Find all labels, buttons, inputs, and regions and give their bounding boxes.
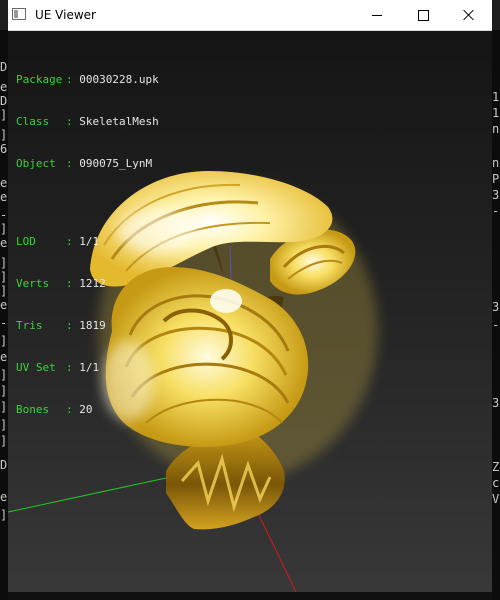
info-row-package: Package: 00030228.upk bbox=[16, 73, 159, 86]
info-value: 1819 bbox=[79, 319, 106, 332]
axis-y-line bbox=[8, 474, 181, 513]
info-value: 20 bbox=[79, 403, 93, 416]
console-char: - bbox=[0, 208, 8, 222]
console-char: - bbox=[492, 204, 500, 218]
close-icon bbox=[463, 9, 475, 21]
console-char: 3 bbox=[492, 188, 500, 202]
console-char: ] bbox=[0, 434, 8, 448]
console-char: n bbox=[492, 156, 500, 170]
maximize-icon bbox=[417, 9, 429, 21]
minimize-icon bbox=[372, 14, 382, 16]
console-char: 1 bbox=[492, 106, 500, 120]
minimize-button[interactable] bbox=[354, 0, 400, 30]
3d-viewport[interactable]: Package: 00030228.upk Class: SkeletalMes… bbox=[8, 31, 492, 592]
console-char: e bbox=[0, 298, 8, 312]
app-window-icon[interactable] bbox=[12, 8, 26, 20]
console-char: D bbox=[0, 60, 8, 74]
console-char: D bbox=[0, 458, 8, 472]
console-char: ] bbox=[0, 222, 8, 236]
info-value: SkeletalMesh bbox=[79, 115, 159, 128]
info-row-bones: Bones: 20 bbox=[16, 403, 93, 416]
console-char: ] bbox=[0, 108, 8, 122]
info-label: Package bbox=[16, 73, 63, 86]
console-char: 6 bbox=[0, 142, 8, 156]
console-char: ] bbox=[0, 284, 8, 298]
console-char: ] bbox=[0, 400, 8, 414]
info-value: 1212 bbox=[79, 277, 106, 290]
console-char: e bbox=[0, 176, 8, 190]
info-value: 1/1 bbox=[79, 361, 100, 374]
console-char: ] bbox=[0, 334, 8, 348]
console-char: 3 bbox=[492, 300, 500, 314]
info-value: 090075_LynM bbox=[79, 157, 153, 170]
console-char: 3 bbox=[492, 396, 500, 410]
info-label: Bones bbox=[16, 403, 50, 416]
info-label: Object bbox=[16, 157, 56, 170]
console-char: ] bbox=[0, 128, 8, 142]
console-char: ] bbox=[0, 384, 8, 398]
info-label: Verts bbox=[16, 277, 50, 290]
info-row-uv-set: UV Set: 1/1 bbox=[16, 361, 100, 374]
console-char: n bbox=[492, 122, 500, 136]
console-char: e bbox=[0, 490, 8, 504]
console-char: P bbox=[492, 172, 500, 186]
info-value: 1/1 bbox=[79, 235, 100, 248]
info-row-verts: Verts: 1212 bbox=[16, 277, 106, 290]
info-row-tris: Tris: 1819 bbox=[16, 319, 106, 332]
console-char: ] bbox=[0, 418, 8, 432]
info-label: LOD bbox=[16, 235, 36, 248]
mesh-info-overlay: Package: 00030228.upk Class: SkeletalMes… bbox=[16, 45, 159, 445]
console-char: - bbox=[0, 316, 8, 330]
console-char: - bbox=[492, 318, 500, 332]
info-label: Tris bbox=[16, 319, 43, 332]
console-char: e bbox=[0, 236, 8, 250]
console-char: e bbox=[0, 190, 8, 204]
info-row-lod: LOD: 1/1 bbox=[16, 235, 100, 248]
axis-x-line bbox=[255, 508, 297, 592]
info-row-class: Class: SkeletalMesh bbox=[16, 115, 159, 128]
console-char: c bbox=[492, 476, 500, 490]
console-char: e bbox=[0, 80, 8, 94]
close-button[interactable] bbox=[446, 0, 492, 30]
console-char: ] bbox=[0, 508, 8, 522]
console-char: ] bbox=[0, 256, 8, 270]
console-char: D bbox=[0, 94, 8, 108]
console-char: 1 bbox=[492, 90, 500, 104]
console-char: ] bbox=[0, 368, 8, 382]
console-char: e bbox=[0, 350, 8, 364]
console-char: Z bbox=[492, 460, 500, 474]
title-bar[interactable]: UE Viewer bbox=[8, 0, 492, 31]
info-label: UV Set bbox=[16, 361, 56, 374]
ue-viewer-window: UE Viewer Package: 00030228.upk Class:… bbox=[8, 0, 492, 600]
window-bottom-edge bbox=[8, 592, 492, 600]
info-row-object: Object: 090075_LynM bbox=[16, 157, 153, 170]
console-char: V bbox=[492, 492, 500, 506]
maximize-button[interactable] bbox=[400, 0, 446, 30]
info-label: Class bbox=[16, 115, 50, 128]
window-title: UE Viewer bbox=[35, 8, 96, 22]
console-char: ] bbox=[0, 270, 8, 284]
info-value: 00030228.upk bbox=[79, 73, 159, 86]
